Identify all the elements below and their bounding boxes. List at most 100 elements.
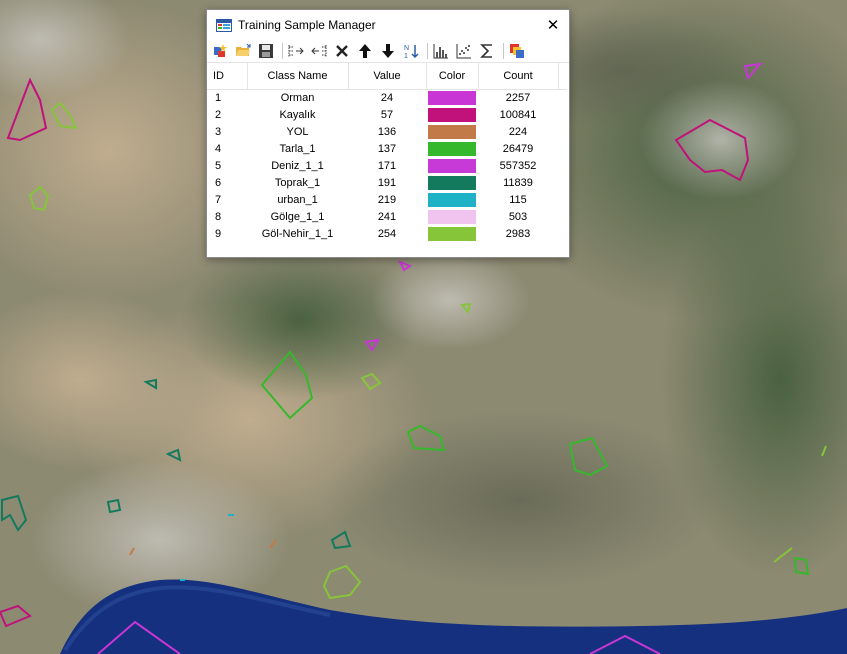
row-empty — [558, 107, 567, 124]
toolbar-separator — [503, 43, 504, 59]
table-row[interactable]: 4 Tarla_1 137 26479 — [207, 141, 567, 158]
sort-icon[interactable]: N1 — [401, 41, 421, 61]
row-value[interactable]: 254 — [348, 225, 426, 242]
row-color[interactable] — [426, 90, 478, 107]
row-count[interactable]: 557352 — [478, 158, 558, 175]
row-empty — [558, 174, 567, 191]
color-swatch[interactable] — [428, 91, 476, 106]
row-count[interactable]: 2983 — [478, 225, 558, 242]
row-class-name[interactable]: Toprak_1 — [247, 174, 348, 191]
row-class-name[interactable]: Tarla_1 — [247, 141, 348, 158]
row-color[interactable] — [426, 174, 478, 191]
table-row[interactable]: 3 YOL 136 224 — [207, 124, 567, 141]
count-column-header[interactable]: Count — [478, 63, 559, 90]
row-color[interactable] — [426, 107, 478, 124]
scatterplot-icon[interactable] — [454, 41, 474, 61]
svg-text:1: 1 — [404, 53, 408, 59]
row-class-name[interactable]: YOL — [247, 124, 348, 141]
row-empty — [558, 90, 567, 107]
row-count[interactable]: 11839 — [478, 174, 558, 191]
row-id[interactable]: 5 — [207, 158, 247, 175]
row-empty — [558, 191, 567, 208]
app-table-icon — [216, 18, 232, 32]
class-table[interactable]: ID Class Name Value Color Count 1 Orman 24… — [207, 63, 569, 242]
row-id[interactable]: 4 — [207, 141, 247, 158]
title-bar[interactable]: Training Sample Manager ✕ — [207, 10, 569, 40]
table-header-row: ID Class Name Value Color Count — [207, 63, 567, 90]
color-column-header[interactable]: Color — [426, 63, 479, 90]
svg-text:N: N — [404, 45, 409, 52]
color-swatch[interactable] — [428, 226, 476, 241]
row-count[interactable]: 26479 — [478, 141, 558, 158]
toolbar-separator — [427, 43, 428, 59]
row-count[interactable]: 503 — [478, 208, 558, 225]
close-button[interactable]: ✕ — [537, 10, 569, 40]
row-value[interactable]: 136 — [348, 124, 426, 141]
table-row[interactable]: 2 Kayalık 57 100841 — [207, 107, 567, 124]
row-color[interactable] — [426, 124, 478, 141]
table-row[interactable]: 7 urban_1 219 115 — [207, 191, 567, 208]
color-swatch[interactable] — [428, 175, 476, 190]
row-value[interactable]: 219 — [348, 191, 426, 208]
id-column-header[interactable]: ID — [207, 63, 248, 90]
row-id[interactable]: 7 — [207, 191, 247, 208]
color-swatch[interactable] — [428, 108, 476, 123]
value-column-header[interactable]: Value — [348, 63, 427, 90]
save-icon[interactable] — [256, 41, 276, 61]
row-empty — [558, 141, 567, 158]
move-up-icon[interactable] — [355, 41, 375, 61]
empty-column-header — [558, 63, 567, 90]
row-id[interactable]: 8 — [207, 208, 247, 225]
row-empty — [558, 225, 567, 242]
row-class-name[interactable]: urban_1 — [247, 191, 348, 208]
color-swatch[interactable] — [428, 192, 476, 207]
color-swatch[interactable] — [428, 209, 476, 224]
row-value[interactable]: 241 — [348, 208, 426, 225]
row-color[interactable] — [426, 141, 478, 158]
delete-icon[interactable] — [332, 41, 352, 61]
row-count[interactable]: 2257 — [478, 90, 558, 107]
table-row[interactable]: 5 Deniz_1_1 171 557352 — [207, 158, 567, 175]
row-color[interactable] — [426, 208, 478, 225]
table-row[interactable]: 9 Göl-Nehir_1_1 254 2983 — [207, 225, 567, 242]
color-swatch[interactable] — [428, 125, 476, 140]
row-id[interactable]: 6 — [207, 174, 247, 191]
window-title: Training Sample Manager — [238, 18, 376, 32]
row-value[interactable]: 24 — [348, 90, 426, 107]
training-sample-manager-window[interactable]: Training Sample Manager ✕ N1 ID Class Na… — [206, 9, 570, 258]
row-id[interactable]: 3 — [207, 124, 247, 141]
row-value[interactable]: 171 — [348, 158, 426, 175]
table-row[interactable]: 6 Toprak_1 191 11839 — [207, 174, 567, 191]
class-name-column-header[interactable]: Class Name — [247, 63, 349, 90]
merge-icon[interactable] — [286, 41, 306, 61]
histogram-icon[interactable] — [431, 41, 451, 61]
row-color[interactable] — [426, 225, 478, 242]
row-id[interactable]: 2 — [207, 107, 247, 124]
row-class-name[interactable]: Göl-Nehir_1_1 — [247, 225, 348, 242]
row-id[interactable]: 1 — [207, 90, 247, 107]
row-color[interactable] — [426, 191, 478, 208]
color-swatch[interactable] — [428, 142, 476, 157]
row-value[interactable]: 191 — [348, 174, 426, 191]
move-down-icon[interactable] — [378, 41, 398, 61]
row-class-name[interactable]: Orman — [247, 90, 348, 107]
row-value[interactable]: 137 — [348, 141, 426, 158]
new-class-icon[interactable] — [210, 41, 230, 61]
row-id[interactable]: 9 — [207, 225, 247, 242]
row-color[interactable] — [426, 158, 478, 175]
statistics-icon[interactable] — [477, 41, 497, 61]
row-class-name[interactable]: Kayalık — [247, 107, 348, 124]
table-row[interactable]: 8 Gölge_1_1 241 503 — [207, 208, 567, 225]
row-class-name[interactable]: Deniz_1_1 — [247, 158, 348, 175]
color-swatch[interactable] — [428, 159, 476, 173]
row-value[interactable]: 57 — [348, 107, 426, 124]
split-icon[interactable] — [309, 41, 329, 61]
table-row[interactable]: 1 Orman 24 2257 — [207, 90, 567, 107]
row-count[interactable]: 100841 — [478, 107, 558, 124]
row-empty — [558, 158, 567, 175]
row-count[interactable]: 224 — [478, 124, 558, 141]
show-class-icon[interactable] — [507, 41, 527, 61]
open-icon[interactable] — [233, 41, 253, 61]
row-class-name[interactable]: Gölge_1_1 — [247, 208, 348, 225]
row-count[interactable]: 115 — [478, 191, 558, 208]
